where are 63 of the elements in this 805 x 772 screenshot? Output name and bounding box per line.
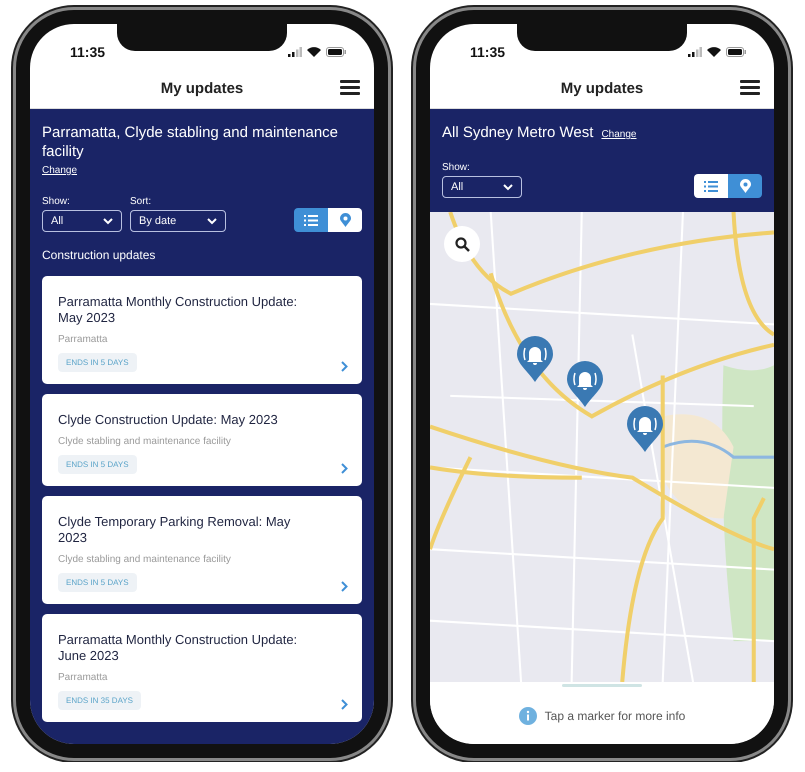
chevron-right-icon [341,463,348,474]
chevron-down-icon [503,184,513,190]
update-card[interactable]: Parramatta Monthly Construction Update: June 2023 Parramatta ENDS IN 35 DAYS [42,614,362,722]
card-title: Clyde Temporary Parking Removal: May 2023 [58,514,292,546]
wifi-icon [707,47,721,57]
chevron-right-icon [341,361,348,372]
card-title: Clyde Construction Update: May 2023 [58,412,279,428]
list-icon [304,214,318,226]
card-title: Parramatta Monthly Construction Update: June 2023 [58,632,298,664]
filter-label: Show: [42,196,71,207]
signal-icon [688,47,702,57]
chevron-right-icon [341,699,348,710]
ends-badge: ENDS IN 5 DAYS [58,353,137,372]
battery-icon [726,47,746,57]
section-heading: Construction updates [42,248,156,262]
dropdown[interactable]: All [442,176,522,198]
change-link[interactable]: Change [42,165,362,176]
card-location: Clyde stabling and maintenance facility [58,554,232,565]
map-view-button[interactable] [328,208,362,232]
location-name: All Sydney Metro West [442,123,594,142]
update-card[interactable]: Parramatta Monthly Construction Update: May 2023 Parramatta ENDS IN 5 DAYS [42,276,362,384]
signal-icon [288,47,302,57]
ends-badge: ENDS IN 5 DAYS [58,455,137,474]
location-pin-icon [340,213,350,227]
status-time: 11:35 [70,44,106,60]
screen-title: My updates [560,80,644,96]
change-link[interactable]: Change [601,129,636,140]
ends-badge: ENDS IN 5 DAYS [58,573,137,592]
card-location: Parramatta [58,334,108,345]
chevron-down-icon [207,218,217,224]
chevron-right-icon [341,581,348,592]
card-title: Parramatta Monthly Construction Update: May 2023 [58,294,298,326]
battery-icon [326,47,346,57]
hint-text: Tap a marker for more info [544,709,686,723]
menu-icon [740,80,760,95]
menu-button[interactable] [340,80,360,95]
update-card[interactable]: Clyde Construction Update: May 2023 Clyde stabling and maintenance facility ENDS IN 5 DAYS [42,394,362,486]
location-name: Parramatta, Clyde stabling and maintenance facility [42,123,340,161]
wifi-icon [307,47,321,57]
sheet-handle[interactable] [562,684,642,687]
filter-label: Show: [442,162,471,173]
menu-button[interactable] [740,80,760,95]
filter-label: Sort: [130,196,152,207]
status-time: 11:35 [470,44,506,60]
bell-marker-icon[interactable] [567,361,603,407]
list-view-button[interactable] [694,174,728,198]
location-pin-icon [740,179,750,193]
list-view-button[interactable] [294,208,328,232]
bell-marker-icon[interactable] [627,406,663,452]
list-icon [704,180,718,192]
bell-marker-icon[interactable] [517,336,553,382]
ends-badge: ENDS IN 35 DAYS [58,691,141,710]
dropdown[interactable]: By date [130,210,226,232]
menu-icon [340,80,360,95]
chevron-down-icon [103,218,113,224]
search-icon [454,236,470,252]
map-view-button[interactable] [728,174,762,198]
card-location: Parramatta [58,672,108,683]
screen-title: My updates [160,80,244,96]
update-card[interactable]: Clyde Temporary Parking Removal: May 2023 Clyde stabling and maintenance facility ENDS IN 5 DAYS [42,496,362,604]
info-icon [518,707,537,725]
dropdown[interactable]: All [42,210,122,232]
card-location: Clyde stabling and maintenance facility [58,436,232,447]
